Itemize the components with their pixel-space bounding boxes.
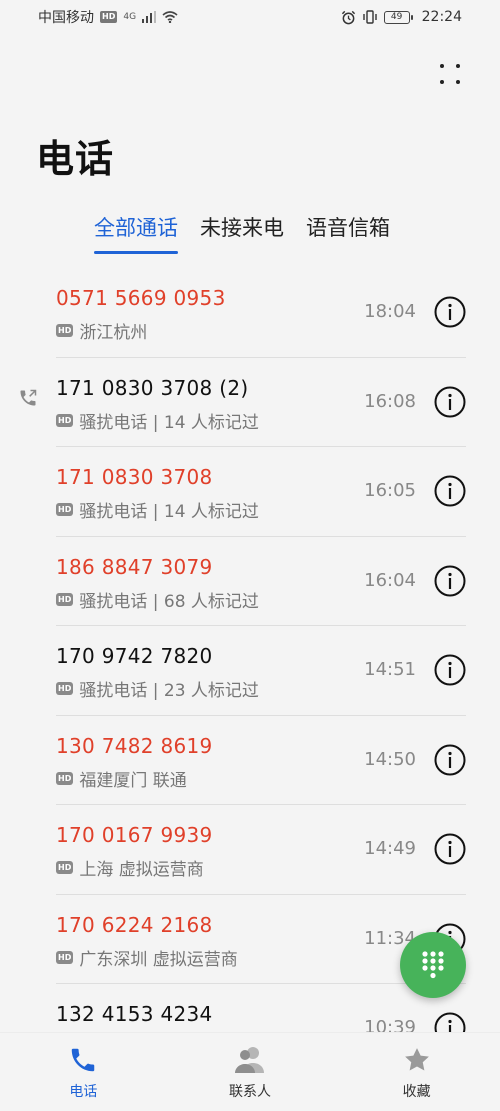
dialpad-icon xyxy=(422,951,444,979)
call-number: 170 6224 2168 xyxy=(56,912,213,937)
call-number: 170 9742 7820 xyxy=(56,644,213,668)
call-number: 186 8847 3079 xyxy=(56,554,213,579)
info-icon[interactable] xyxy=(433,743,467,777)
call-number: 171 0830 3708 (2) xyxy=(56,375,249,400)
nav-contacts[interactable]: 联系人 xyxy=(190,1045,310,1101)
carrier-name: 中国移动 xyxy=(38,10,94,26)
dialpad-button[interactable] xyxy=(400,932,466,998)
hd-call-badge: HD xyxy=(56,413,74,427)
nav-favorites[interactable]: 收藏 xyxy=(357,1045,477,1101)
page-title: 电话 xyxy=(36,137,115,181)
battery-indicator: 49 xyxy=(383,10,413,24)
call-details: HD 上海 虚拟运营商 xyxy=(56,855,204,880)
call-time: 18:04 xyxy=(364,301,416,322)
more-options-button[interactable] xyxy=(436,60,464,88)
call-number: 132 4153 4234 xyxy=(56,1002,213,1026)
call-log-row[interactable]: 130 7482 8619 HD 福建厦门 联通 14:50 xyxy=(0,716,500,805)
nav-phone-label: 电话 xyxy=(69,1084,98,1100)
tab-missed-calls[interactable]: 未接来电 xyxy=(200,212,284,250)
call-log-row[interactable]: 0571 5669 0953 HD 浙江杭州 18:04 xyxy=(0,268,500,358)
hd-call-badge: HD xyxy=(56,861,74,874)
call-details: HD 骚扰电话 | 68 人标记过 xyxy=(56,587,259,612)
call-details: HD 骚扰电话 | 14 人标记过 xyxy=(56,497,259,522)
call-location: 上海 虚拟运营商 xyxy=(79,860,204,880)
call-log-row[interactable]: 171 0830 3708 HD 骚扰电话 | 14 人标记过 16:05 xyxy=(0,447,500,537)
info-icon[interactable] xyxy=(433,295,467,329)
clock: 22:24 xyxy=(421,9,462,25)
phone-icon xyxy=(72,1048,95,1072)
info-icon[interactable] xyxy=(433,653,467,687)
status-bar: 中国移动 HD 4G 49 22:24 xyxy=(0,0,500,34)
call-time: 16:04 xyxy=(364,569,416,591)
call-details: HD 福建厦门 联通 xyxy=(56,766,187,791)
call-location: 骚扰电话 | 68 人标记过 xyxy=(79,591,259,612)
bottom-navigation: 电话 联系人 收藏 xyxy=(0,1032,500,1111)
nav-favorites-label: 收藏 xyxy=(402,1084,431,1100)
call-location: 福建厦门 联通 xyxy=(79,770,187,791)
dot xyxy=(455,79,461,85)
call-details: HD 广东深圳 虚拟运营商 xyxy=(56,945,238,970)
call-time: 16:05 xyxy=(364,480,416,501)
call-number: 0571 5669 0953 xyxy=(56,286,226,310)
nav-phone[interactable]: 电话 xyxy=(23,1045,143,1101)
call-details: HD 骚扰电话 | 23 人标记过 xyxy=(56,676,259,701)
hd-call-badge: HD xyxy=(56,592,74,606)
call-location: 骚扰电话 | 14 人标记过 xyxy=(79,412,259,433)
network-type: 4G xyxy=(123,12,137,22)
call-time: 14:50 xyxy=(364,748,416,770)
call-number: 171 0830 3708 xyxy=(56,465,213,489)
signal-icon xyxy=(142,11,157,23)
call-location: 骚扰电话 | 14 人标记过 xyxy=(79,502,259,522)
call-time: 14:51 xyxy=(364,659,416,680)
nav-contacts-label: 联系人 xyxy=(228,1084,271,1100)
call-time: 14:49 xyxy=(364,838,416,859)
star-icon xyxy=(404,1048,429,1071)
info-icon[interactable] xyxy=(433,832,467,866)
call-log-row[interactable]: 170 9742 7820 HD 骚扰电话 | 23 人标记过 14:51 xyxy=(0,626,500,716)
hd-call-badge: HD xyxy=(56,682,74,695)
info-icon[interactable] xyxy=(433,564,467,598)
call-log-row[interactable]: 170 0167 9939 HD 上海 虚拟运营商 14:49 xyxy=(0,805,500,895)
contacts-icon xyxy=(234,1047,264,1073)
hd-badge: HD xyxy=(100,11,118,23)
tab-all-calls[interactable]: 全部通话 xyxy=(94,212,178,254)
info-icon[interactable] xyxy=(433,385,467,419)
call-number: 130 7482 8619 xyxy=(56,733,213,758)
call-location: 浙江杭州 xyxy=(79,323,148,343)
call-location: 骚扰电话 | 23 人标记过 xyxy=(79,681,259,701)
hd-call-badge: HD xyxy=(56,950,74,964)
call-time: 16:08 xyxy=(364,390,416,412)
dot xyxy=(455,63,461,69)
tab-voicemail[interactable]: 语音信箱 xyxy=(306,212,390,250)
call-location: 广东深圳 虚拟运营商 xyxy=(79,949,238,970)
call-details: HD 浙江杭州 xyxy=(56,318,147,343)
hd-call-badge: HD xyxy=(56,503,74,516)
call-details: HD 骚扰电话 | 14 人标记过 xyxy=(56,408,259,433)
wifi-icon xyxy=(162,11,178,23)
info-icon[interactable] xyxy=(433,474,467,508)
dot xyxy=(439,79,445,85)
vibrate-icon xyxy=(362,10,377,24)
outgoing-call-icon xyxy=(20,389,37,405)
dot xyxy=(439,63,445,69)
call-log-row[interactable]: 186 8847 3079 HD 骚扰电话 | 68 人标记过 16:04 xyxy=(0,537,500,626)
hd-call-badge: HD xyxy=(56,771,74,785)
alarm-icon xyxy=(341,10,355,24)
call-filter-tabs: 全部通话 未接来电 语音信箱 xyxy=(94,212,390,254)
call-log-row[interactable]: 171 0830 3708 (2) HD 骚扰电话 | 14 人标记过 16:08 xyxy=(0,358,500,447)
hd-call-badge: HD xyxy=(56,324,74,337)
call-number: 170 0167 9939 xyxy=(56,823,213,847)
